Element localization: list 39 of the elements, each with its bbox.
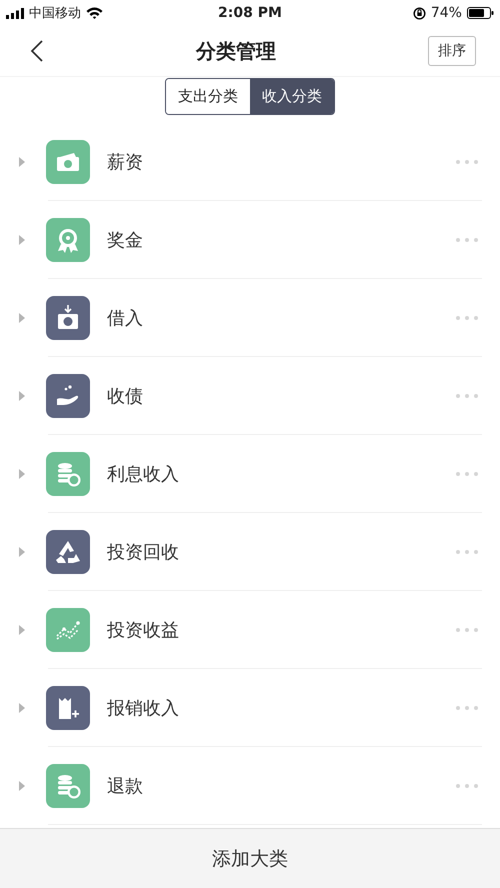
- expand-icon[interactable]: [19, 469, 25, 479]
- more-icon[interactable]: [456, 394, 478, 398]
- carrier-name: 中国移动: [29, 5, 81, 22]
- signal-icon: [6, 8, 24, 18]
- more-icon[interactable]: [456, 238, 478, 242]
- sort-button[interactable]: 排序: [428, 36, 476, 66]
- expand-icon[interactable]: [19, 157, 25, 167]
- category-name[interactable]: 利息收入: [107, 462, 456, 486]
- category-tab[interactable]: 收入分类: [250, 79, 334, 114]
- category-name[interactable]: 投资收益: [107, 618, 456, 642]
- add-category-button[interactable]: 添加大类: [0, 828, 500, 888]
- battery-percent: 74%: [430, 5, 462, 21]
- more-icon[interactable]: [456, 706, 478, 710]
- category-name[interactable]: 薪资: [107, 150, 456, 174]
- expand-icon[interactable]: [19, 391, 25, 401]
- back-icon[interactable]: [30, 39, 44, 63]
- rotation-lock-icon: [412, 6, 426, 20]
- category-name[interactable]: 收债: [107, 384, 456, 408]
- category-name[interactable]: 报销收入: [107, 696, 456, 720]
- expand-icon[interactable]: [19, 625, 25, 635]
- expand-icon[interactable]: [19, 235, 25, 245]
- expand-icon[interactable]: [19, 781, 25, 791]
- expand-icon[interactable]: [19, 313, 25, 323]
- page-title: 分类管理: [196, 38, 276, 64]
- category-name[interactable]: 退款: [107, 774, 456, 798]
- battery-icon: [466, 7, 494, 19]
- more-icon[interactable]: [456, 160, 478, 164]
- more-icon[interactable]: [456, 316, 478, 320]
- category-name[interactable]: 投资回收: [107, 540, 456, 564]
- status-time: 2:08 PM: [218, 5, 282, 21]
- more-icon[interactable]: [456, 784, 478, 788]
- expand-icon[interactable]: [19, 703, 25, 713]
- more-icon[interactable]: [456, 550, 478, 554]
- category-name[interactable]: 借入: [107, 306, 456, 330]
- category-name[interactable]: 奖金: [107, 228, 456, 252]
- wifi-icon: [86, 7, 103, 19]
- more-icon[interactable]: [456, 472, 478, 476]
- more-icon[interactable]: [456, 628, 478, 632]
- expand-icon[interactable]: [19, 547, 25, 557]
